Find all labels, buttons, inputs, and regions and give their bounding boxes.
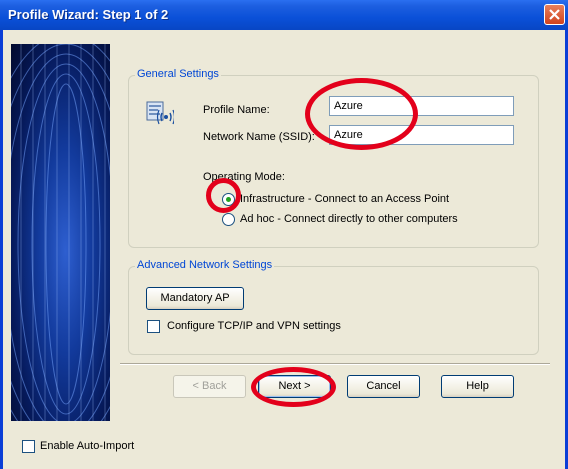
back-button[interactable]: < Back (173, 375, 246, 398)
tcpip-vpn-checkbox[interactable] (147, 320, 160, 333)
title-bar: Profile Wizard: Step 1 of 2 (0, 0, 568, 30)
general-settings-legend: General Settings (135, 68, 221, 80)
window-title: Profile Wizard: Step 1 of 2 (8, 7, 169, 22)
help-button[interactable]: Help (441, 375, 514, 398)
advanced-settings-legend: Advanced Network Settings (135, 259, 275, 271)
tcpip-vpn-label[interactable]: Configure TCP/IP and VPN settings (167, 320, 341, 332)
profile-name-label: Profile Name: (203, 104, 270, 116)
adhoc-radio-label[interactable]: Ad hoc - Connect directly to other compu… (240, 213, 458, 225)
operating-mode-label: Operating Mode: (203, 171, 285, 183)
button-separator (120, 363, 550, 365)
wizard-side-banner (11, 44, 110, 421)
profile-name-input[interactable]: Azure (329, 96, 514, 116)
adhoc-radio[interactable] (222, 213, 235, 226)
window-border-left (0, 30, 3, 469)
advanced-settings-group: Advanced Network Settings (128, 259, 539, 355)
next-button[interactable]: Next > (258, 375, 331, 398)
infrastructure-radio[interactable] (222, 193, 235, 206)
auto-import-checkbox[interactable] (22, 440, 35, 453)
network-name-label: Network Name (SSID): (203, 131, 315, 143)
network-name-input[interactable]: Azure (329, 125, 514, 145)
close-button[interactable] (544, 4, 565, 25)
auto-import-label[interactable]: Enable Auto-Import (40, 440, 134, 452)
network-profile-icon (146, 101, 174, 125)
mandatory-ap-button[interactable]: Mandatory AP (146, 287, 244, 310)
cancel-button[interactable]: Cancel (347, 375, 420, 398)
infrastructure-radio-label[interactable]: Infrastructure - Connect to an Access Po… (240, 193, 449, 205)
close-icon (549, 9, 560, 20)
